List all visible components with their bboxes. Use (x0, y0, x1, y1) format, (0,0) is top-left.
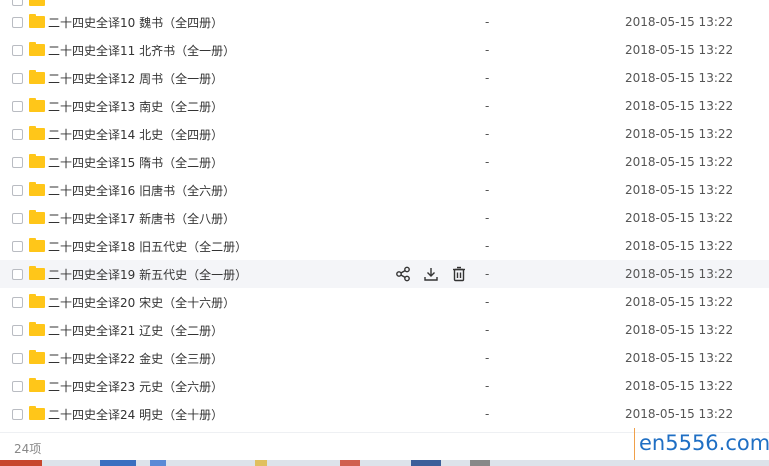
list-item[interactable]: 二十四史全译10 魏书（全四册） - 2018-05-15 13:22 (0, 8, 769, 36)
list-item[interactable]: 二十四史全译18 旧五代史（全二册） - 2018-05-15 13:22 (0, 232, 769, 260)
modified-date: 2018-05-15 13:22 (625, 99, 734, 113)
modified-date: 2018-05-15 13:22 (625, 407, 734, 421)
list-item[interactable]: 二十四史全译16 旧唐书（全六册） - 2018-05-15 13:22 (0, 176, 769, 204)
folder-icon (29, 350, 45, 364)
file-size: - (485, 351, 490, 365)
modified-date: 2018-05-15 13:22 (625, 155, 734, 169)
modified-date: 2018-05-15 13:22 (625, 211, 734, 225)
file-name[interactable]: 二十四史全译22 金史（全三册） (48, 350, 223, 367)
file-name[interactable]: 二十四史全译17 新唐书（全八册） (48, 210, 235, 227)
list-item[interactable]: 二十四史全译13 南史（全二册） - 2018-05-15 13:22 (0, 92, 769, 120)
folder-icon (29, 126, 45, 140)
folder-icon (29, 294, 45, 308)
folder-icon (29, 98, 45, 112)
file-name[interactable]: 二十四史全译21 辽史（全二册） (48, 322, 223, 339)
file-size: - (485, 407, 490, 421)
list-item[interactable]: 二十四史全译12 周书（全一册） - 2018-05-15 13:22 (0, 64, 769, 92)
row-checkbox[interactable] (12, 212, 23, 224)
modified-date: 2018-05-15 13:22 (625, 239, 734, 253)
list-item[interactable]: 二十四史全译22 金史（全三册） - 2018-05-15 13:22 (0, 344, 769, 372)
modified-date: 2018-05-15 13:22 (625, 127, 734, 141)
modified-date: 2018-05-15 13:22 (625, 15, 734, 29)
list-item[interactable]: 二十四史全译24 明史（全十册） - 2018-05-15 13:22 (0, 400, 769, 428)
folder-icon (29, 0, 45, 6)
folder-icon (29, 14, 45, 28)
file-name[interactable]: 二十四史全译24 明史（全十册） (48, 406, 223, 423)
taskbar-strip (0, 460, 769, 466)
modified-date: 2018-05-15 13:22 (625, 351, 734, 365)
folder-icon (29, 210, 45, 224)
folder-icon (29, 322, 45, 336)
folder-icon (29, 154, 45, 168)
modified-date: 2018-05-15 13:22 (625, 295, 734, 309)
file-name[interactable]: 二十四史全译11 北齐书（全一册） (48, 42, 235, 59)
file-size: - (485, 379, 490, 393)
row-checkbox[interactable] (12, 408, 23, 420)
file-size: - (485, 127, 490, 141)
file-size: - (485, 99, 490, 113)
folder-icon (29, 378, 45, 392)
file-size: - (485, 295, 490, 309)
modified-date: 2018-05-15 13:22 (625, 43, 734, 57)
file-size: - (485, 155, 490, 169)
folder-icon (29, 238, 45, 252)
list-item[interactable]: 二十四史全译23 元史（全六册） - 2018-05-15 13:22 (0, 372, 769, 400)
file-name[interactable]: 二十四史全译14 北史（全四册） (48, 126, 223, 143)
file-size: - (485, 323, 490, 337)
file-name[interactable]: 二十四史全译12 周书（全一册） (48, 70, 223, 87)
list-item[interactable]: 二十四史全译19 新五代史（全一册） - 2018-05-15 13:22 (0, 260, 769, 288)
download-icon[interactable] (422, 265, 440, 283)
row-checkbox[interactable] (12, 352, 23, 364)
modified-date: 2018-05-15 13:22 (625, 71, 734, 85)
file-size: - (485, 211, 490, 225)
list-item[interactable]: 二十四史全译14 北史（全四册） - 2018-05-15 13:22 (0, 120, 769, 148)
row-actions (394, 265, 468, 283)
folder-icon (29, 266, 45, 280)
list-item[interactable]: 二十四史全译17 新唐书（全八册） - 2018-05-15 13:22 (0, 204, 769, 232)
item-count: 24项 (14, 442, 42, 456)
modified-date: 2018-05-15 13:22 (625, 183, 734, 197)
row-checkbox[interactable] (12, 156, 23, 168)
folder-icon (29, 70, 45, 84)
file-size: - (485, 15, 490, 29)
file-size: - (485, 71, 490, 85)
file-name[interactable]: 二十四史全译20 宋史（全十六册） (48, 294, 235, 311)
folder-icon (29, 182, 45, 196)
row-checkbox[interactable] (12, 184, 23, 196)
row-checkbox[interactable] (12, 296, 23, 308)
row-checkbox[interactable] (12, 380, 23, 392)
row-checkbox[interactable] (12, 100, 23, 112)
modified-date: 2018-05-15 13:22 (625, 379, 734, 393)
row-checkbox[interactable] (12, 44, 23, 56)
row-checkbox[interactable] (12, 16, 23, 28)
row-checkbox[interactable] (12, 128, 23, 140)
folder-icon (29, 42, 45, 56)
row-checkbox[interactable] (12, 324, 23, 336)
file-name[interactable]: 二十四史全译15 隋书（全二册） (48, 154, 223, 171)
row-checkbox[interactable] (12, 268, 23, 280)
file-size: - (485, 267, 490, 281)
trash-icon[interactable] (450, 265, 468, 283)
file-name[interactable]: 二十四史全译18 旧五代史（全二册） (48, 238, 247, 255)
file-name[interactable]: 二十四史全译16 旧唐书（全六册） (48, 182, 235, 199)
file-size: - (485, 183, 490, 197)
folder-icon (29, 406, 45, 420)
file-size: - (485, 239, 490, 253)
list-item[interactable]: 二十四史全译20 宋史（全十六册） - 2018-05-15 13:22 (0, 288, 769, 316)
watermark: en5556.com (634, 428, 769, 462)
list-item[interactable]: 二十四史全译15 隋书（全二册） - 2018-05-15 13:22 (0, 148, 769, 176)
share-icon[interactable] (394, 265, 412, 283)
list-item[interactable]: 二十四史全译21 辽史（全二册） - 2018-05-15 13:22 (0, 316, 769, 344)
modified-date: 2018-05-15 13:22 (625, 267, 734, 281)
row-checkbox[interactable] (12, 240, 23, 252)
list-item[interactable]: 二十四史全译11 北齐书（全一册） - 2018-05-15 13:22 (0, 36, 769, 64)
modified-date: 2018-05-15 13:22 (625, 323, 734, 337)
row-checkbox[interactable] (12, 0, 23, 6)
file-name[interactable]: 二十四史全译10 魏书（全四册） (48, 14, 223, 31)
file-size: - (485, 43, 490, 57)
file-name[interactable]: 二十四史全译19 新五代史（全一册） (48, 266, 247, 283)
file-name[interactable]: 二十四史全译13 南史（全二册） (48, 98, 223, 115)
file-name[interactable]: 二十四史全译23 元史（全六册） (48, 378, 223, 395)
row-checkbox[interactable] (12, 72, 23, 84)
